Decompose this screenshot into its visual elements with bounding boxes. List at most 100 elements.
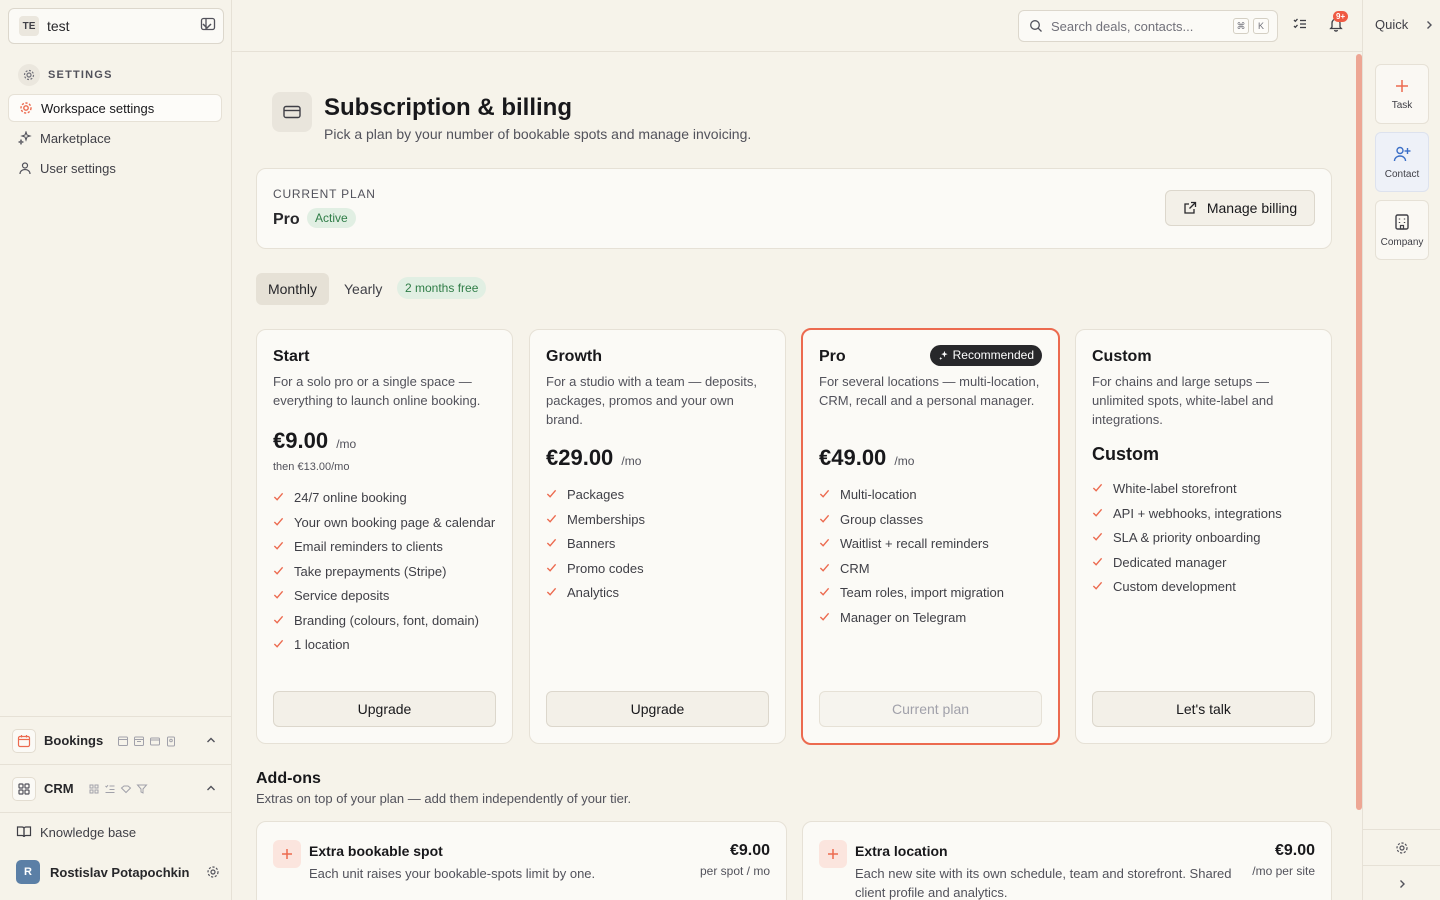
check-icon (819, 583, 840, 597)
sidebar-item-user-settings[interactable]: User settings (8, 154, 222, 182)
addons-title: Add-ons (256, 770, 321, 787)
plan-price: €49.00 /mo (819, 445, 914, 471)
check-icon (819, 510, 840, 524)
quick-actions-toggle[interactable]: Quick (1375, 17, 1434, 32)
search-box[interactable]: ⌘ K (1018, 10, 1278, 42)
billing-toggle-monthly[interactable]: Monthly (256, 273, 329, 305)
sidebar-divider (0, 812, 231, 813)
feature-list: White-label storefront API + webhooks, in… (1092, 479, 1317, 602)
user-icon (18, 161, 40, 175)
calendar-days-icon[interactable] (133, 735, 145, 747)
feature-label: Group classes (840, 511, 924, 527)
upgrade-button[interactable]: Upgrade (273, 691, 496, 727)
quick-add-task-button[interactable]: Task (1375, 64, 1429, 124)
feature-item: Memberships (546, 510, 771, 529)
external-link-icon (1183, 201, 1207, 215)
feature-item: Your own booking page & calendar (273, 513, 498, 532)
workspace-selector[interactable]: TE test (8, 8, 224, 44)
plan-card-pro: Pro Recommended For several locations — … (801, 328, 1060, 745)
recommended-badge: Recommended (929, 345, 1042, 366)
sidebar-toggle-icon[interactable] (200, 16, 218, 34)
feature-item: 1 location (273, 635, 498, 654)
manage-billing-button[interactable]: Manage billing (1165, 190, 1315, 226)
feature-label: Service deposits (294, 588, 390, 603)
grid-icon[interactable] (88, 783, 100, 795)
feature-item: Team roles, import migration (819, 583, 1044, 602)
search-icon (1029, 19, 1043, 33)
list-todo-icon[interactable] (1292, 16, 1308, 32)
scrollbar-thumb[interactable] (1356, 54, 1362, 810)
sidebar-item-workspace-settings[interactable]: Workspace settings (8, 94, 222, 122)
user-profile[interactable]: R Rostislav Potapochkin (16, 860, 220, 884)
chevron-right-icon (1424, 20, 1434, 30)
chevron-up-icon[interactable] (205, 782, 217, 794)
addon-unit: /mo per site (1252, 864, 1315, 878)
plus-icon[interactable] (819, 840, 847, 868)
rail-expand[interactable] (1363, 865, 1440, 900)
feature-item: Banners (546, 534, 771, 553)
feature-label: Banners (567, 536, 616, 551)
quick-add-contact-button[interactable]: Contact (1375, 132, 1429, 192)
check-icon (546, 534, 567, 548)
recommended-label: Recommended (952, 348, 1034, 362)
feature-list: 24/7 online booking Your own booking page… (273, 488, 498, 660)
feature-label: Team roles, import migration (840, 585, 1004, 600)
check-icon (1092, 553, 1113, 567)
kbd-cmd: ⌘ (1233, 18, 1249, 34)
plan-name: Pro (819, 348, 846, 365)
workspace-name: test (47, 18, 70, 34)
lets-talk-button[interactable]: Let's talk (1092, 691, 1315, 727)
module-shortcuts (88, 783, 148, 795)
feature-item: Waitlist + recall reminders (819, 534, 1044, 553)
rail-settings[interactable] (1363, 829, 1440, 865)
addon-name: Extra location (855, 843, 948, 859)
module-bookings[interactable]: Bookings (0, 716, 231, 764)
module-label: Bookings (44, 733, 104, 748)
gear-icon (18, 64, 40, 86)
list-check-icon[interactable] (104, 783, 116, 795)
check-icon (819, 608, 840, 622)
status-badge: Active (307, 208, 356, 228)
sparkles-icon (18, 131, 40, 145)
clipboard-icon[interactable] (165, 735, 177, 747)
feature-label: Take prepayments (Stripe) (294, 563, 447, 579)
plan-price-then: then €13.00/mo (273, 461, 350, 473)
chevron-up-icon[interactable] (205, 734, 217, 746)
check-icon (546, 559, 567, 573)
sidebar-item-marketplace[interactable]: Marketplace (8, 124, 222, 152)
addon-card-extra-location: Extra location Each new site with its ow… (802, 821, 1332, 900)
check-icon (273, 611, 294, 625)
settings-section-label: SETTINGS (48, 69, 113, 81)
current-plan-name: Pro (273, 211, 300, 228)
calendar-icon[interactable] (117, 735, 129, 747)
quick-add-company-button[interactable]: Company (1375, 200, 1429, 260)
module-crm[interactable]: CRM (0, 764, 231, 812)
credit-card-icon (272, 92, 312, 132)
feature-label: White-label storefront (1113, 481, 1237, 496)
check-icon (273, 586, 294, 600)
handshake-icon[interactable] (120, 783, 132, 795)
filter-icon[interactable] (136, 783, 148, 795)
feature-label: CRM (840, 560, 870, 576)
billing-toggle-yearly[interactable]: Yearly (336, 273, 390, 305)
main-content: Subscription & billing Pick a plan by yo… (232, 52, 1354, 900)
feature-item: Promo codes (546, 559, 771, 578)
gear-icon[interactable] (206, 865, 220, 879)
kbd-k: K (1253, 18, 1269, 34)
upgrade-button[interactable]: Upgrade (546, 691, 769, 727)
check-icon (819, 559, 840, 573)
price-amount: €29.00 (546, 445, 614, 470)
search-input[interactable] (1051, 18, 1229, 34)
feature-label: API + webhooks, integrations (1113, 505, 1282, 521)
quick-button-label: Contact (1384, 168, 1420, 180)
knowledge-base-link[interactable]: Knowledge base (16, 824, 136, 840)
check-icon (273, 488, 294, 502)
plan-description: For chains and large setups — unlimited … (1092, 374, 1274, 427)
plan-name: Start (273, 348, 310, 365)
feature-item: Branding (colours, font, domain) (273, 611, 498, 630)
wallet-icon[interactable] (149, 735, 161, 747)
feature-label: 1 location (294, 637, 350, 652)
plus-icon[interactable] (273, 840, 301, 868)
feature-label: Waitlist + recall reminders (840, 536, 989, 551)
feature-label: Memberships (567, 511, 646, 527)
